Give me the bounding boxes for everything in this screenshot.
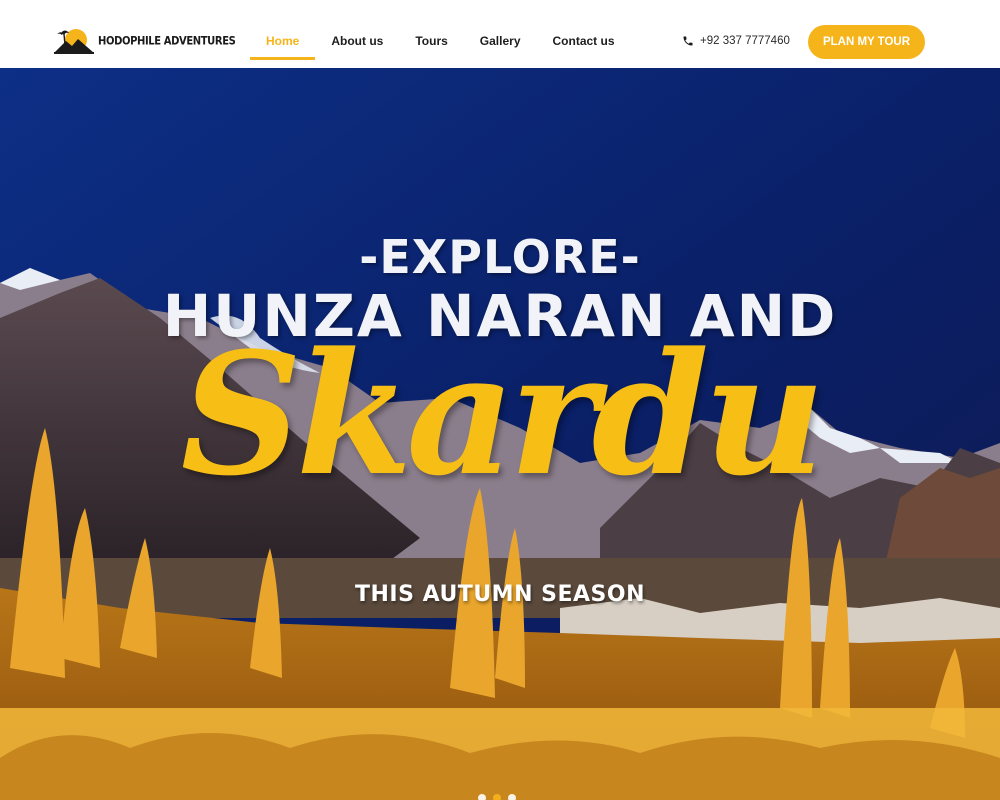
slider-dot[interactable] [478,794,486,800]
main-nav: Home About us Tours Gallery Contact us [250,22,631,60]
phone-number: +92 337 7777460 [700,35,790,47]
slider-dots [478,794,523,800]
hero-background-image [0,68,1000,800]
nav-item-tours[interactable]: Tours [399,22,463,60]
phone-icon [683,36,693,46]
hero-banner: -EXPLORE- HUNZA NARAN AND Skardu THIS AU… [0,68,1000,800]
logo[interactable]: HODOPHILE ADVENTURES [54,27,236,55]
nav-item-gallery[interactable]: Gallery [464,22,537,60]
slider-dot[interactable] [508,794,516,800]
nav-item-home[interactable]: Home [250,22,316,60]
nav-item-contact[interactable]: Contact us [537,22,631,60]
slider-dot-active[interactable] [493,794,501,800]
plan-my-tour-button[interactable]: PLAN MY TOUR [808,25,925,59]
nav-item-about[interactable]: About us [315,22,399,60]
logo-sun-mountain-icon [54,29,94,54]
phone-link[interactable]: +92 337 7777460 [682,33,790,49]
site-header: HODOPHILE ADVENTURES Home About us Tours… [0,0,1000,68]
logo-text: HODOPHILE ADVENTURES [98,34,236,48]
